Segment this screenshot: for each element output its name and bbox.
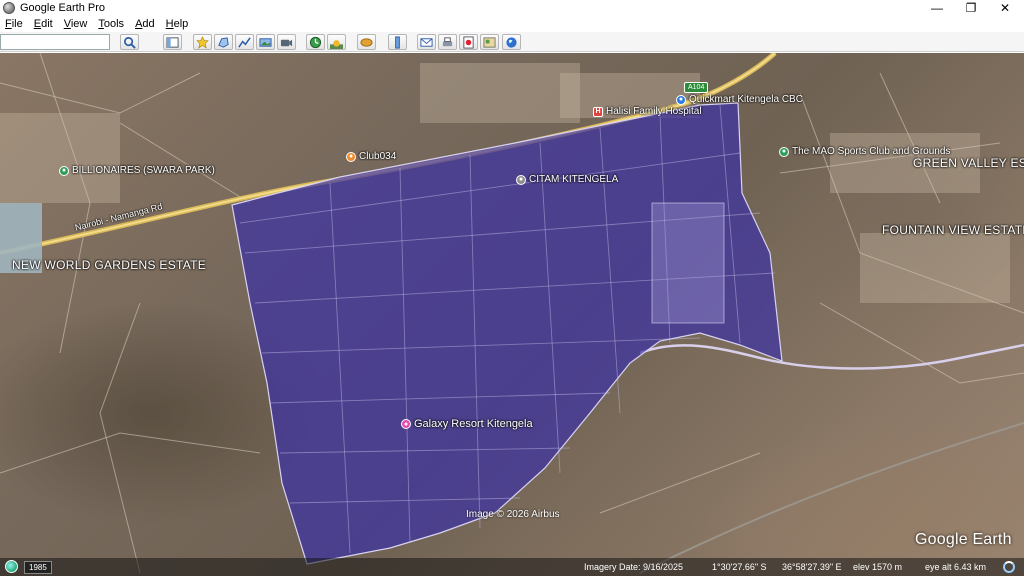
title-bar: Google Earth Pro — ❐ ✕	[0, 0, 1024, 16]
add-image-overlay-button[interactable]	[256, 34, 275, 50]
shopping-icon: ●	[676, 94, 686, 105]
placemark-icon	[196, 35, 209, 49]
maximize-button[interactable]: ❐	[954, 0, 988, 16]
open-field-parcel	[651, 202, 725, 324]
google-earth-watermark: Google Earth	[915, 531, 1012, 548]
search-button[interactable]	[120, 34, 139, 50]
hospital-icon: H	[593, 106, 603, 117]
elevation-readout: elev 1570 m	[853, 562, 903, 572]
print-icon	[442, 36, 453, 46]
sidebar-icon	[166, 36, 179, 48]
search-icon	[124, 36, 136, 49]
new-world-gardens-label: NEW WORLD GARDENS ESTATE	[12, 258, 207, 272]
longitude-readout: 36°58'27.39" E	[782, 562, 842, 572]
save-image-button[interactable]	[459, 34, 478, 50]
map-view[interactable]: A104 Nairobi - Namanga Rd NEW WORLD GARD…	[0, 53, 1024, 576]
fountain-view-label: FOUNTAIN VIEW ESTATES	[882, 223, 1024, 237]
print-button[interactable]	[438, 34, 457, 50]
view-in-maps-icon	[483, 36, 496, 48]
area-polygon-overlay[interactable]	[231, 102, 783, 565]
poi-pin-icon: ●	[779, 146, 789, 157]
google-earth-app-icon	[3, 2, 15, 14]
hotel-icon: ●	[401, 419, 411, 429]
email-button[interactable]	[417, 34, 436, 50]
minimize-button[interactable]: —	[920, 0, 954, 16]
record-tour-button[interactable]	[277, 34, 296, 50]
poi-billionaires[interactable]: ● BILLIONAIRES (SWARA PARK)	[59, 165, 215, 176]
imagery-attribution: Image © 2026 Airbus	[466, 509, 560, 520]
record-tour-icon	[280, 39, 293, 46]
earth-view-button[interactable]	[502, 34, 521, 50]
menu-edit[interactable]: Edit	[34, 18, 53, 30]
image-overlay-icon	[259, 37, 272, 47]
historical-imagery-icon	[309, 36, 322, 48]
historical-imagery-icon[interactable]	[5, 560, 18, 573]
menu-bar: File Edit View Tools Add Help	[0, 16, 1024, 32]
menu-file[interactable]: File	[5, 18, 23, 30]
save-image-icon	[463, 35, 474, 49]
email-icon	[420, 37, 433, 47]
poi-quickmart[interactable]: ● Quickmart Kitengela CBC	[676, 94, 803, 105]
latitude-readout: 1°30'27.66" S	[712, 562, 767, 572]
green-valley-label: GREEN VALLEY ESTA	[913, 156, 1024, 170]
ruler-icon	[395, 35, 400, 49]
menu-view[interactable]: View	[64, 18, 88, 30]
railway	[639, 422, 1024, 574]
sunlight-icon	[330, 39, 343, 49]
poi-halisi-hospital[interactable]: H Halisi Family Hospital	[593, 106, 702, 117]
poi-mao-sports-club[interactable]: ● The MAO Sports Club and Grounds	[779, 146, 950, 157]
window-title: Google Earth Pro	[20, 2, 105, 14]
search-input[interactable]	[0, 34, 110, 50]
ruler-button[interactable]	[388, 34, 407, 50]
sidebar-toggle-button[interactable]	[163, 34, 182, 50]
poi-club034[interactable]: ● Club034	[346, 151, 396, 162]
poi-citam[interactable]: ● CITAM KITENGELA	[516, 174, 618, 185]
earth-icon	[506, 36, 517, 48]
status-bar: 1985 Imagery Date: 9/16/2025 1°30'27.66"…	[0, 558, 1024, 576]
map-graphics	[0, 53, 1024, 574]
a104-road-shield: A104	[684, 82, 709, 93]
historical-imagery-button[interactable]	[306, 34, 325, 50]
polygon-icon	[218, 36, 229, 48]
historical-year-badge[interactable]: 1985	[24, 561, 52, 574]
menu-add[interactable]: Add	[135, 18, 155, 30]
close-button[interactable]: ✕	[988, 0, 1022, 16]
toolbar	[0, 32, 1024, 52]
bypass-road	[639, 343, 1024, 370]
poi-pin-icon: ●	[346, 151, 356, 162]
sunlight-button[interactable]	[327, 34, 346, 50]
menu-tools[interactable]: Tools	[98, 18, 124, 30]
add-placemark-button[interactable]	[193, 34, 212, 50]
poi-galaxy-resort[interactable]: ● Galaxy Resort Kitengela	[401, 418, 533, 430]
poi-pin-icon: ●	[59, 165, 69, 176]
switch-planet-button[interactable]	[357, 34, 376, 50]
planets-icon	[360, 37, 373, 47]
add-polygon-button[interactable]	[214, 34, 233, 50]
path-icon	[238, 36, 251, 48]
streaming-status-icon	[1003, 561, 1015, 573]
menu-help[interactable]: Help	[166, 18, 189, 30]
church-icon: ●	[516, 174, 526, 185]
eye-altitude-readout: eye alt 6.43 km	[925, 562, 987, 572]
view-in-maps-button[interactable]	[480, 34, 499, 50]
add-path-button[interactable]	[235, 34, 254, 50]
imagery-date: Imagery Date: 9/16/2025	[584, 562, 684, 572]
